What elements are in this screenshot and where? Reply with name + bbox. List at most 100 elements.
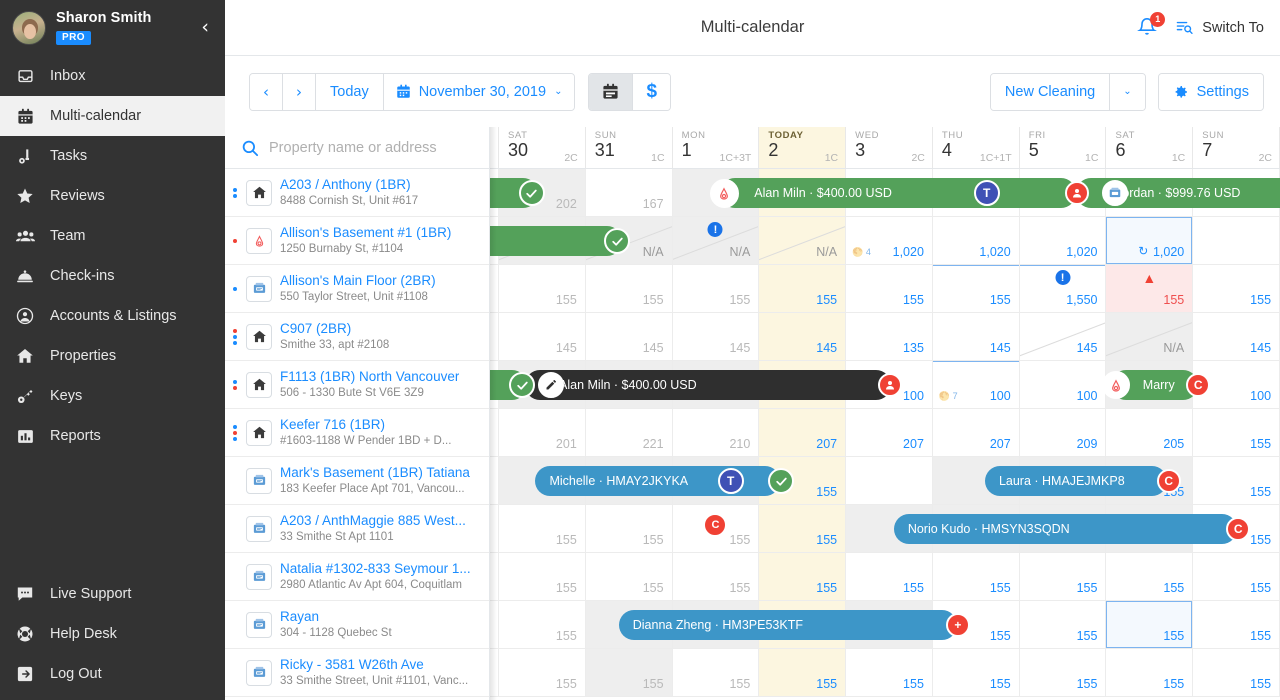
calendar-cell[interactable]: 1,020 [1020, 217, 1107, 264]
date-header-cell[interactable]: WED 3 2C [846, 127, 933, 168]
nightly-price[interactable]: 155 [556, 293, 577, 307]
nightly-price[interactable]: 155 [1250, 533, 1271, 547]
calendar-cell[interactable]: 155 [759, 265, 847, 312]
calendar-cell[interactable]: N/A [1106, 313, 1194, 360]
calendar-cell[interactable]: 155 [586, 553, 673, 600]
property-name[interactable]: Mark's Basement (1BR) Tatiana [280, 465, 470, 482]
calendar-cell[interactable]: 🌕 4 1,020 [846, 217, 933, 264]
property-name[interactable]: F1113 (1BR) North Vancouver [280, 369, 459, 386]
property-name[interactable]: Keefer 716 (1BR) [280, 417, 451, 434]
cancelled-badge-icon[interactable]: C [703, 513, 728, 537]
calendar-cell[interactable]: 155 [1193, 265, 1280, 312]
confirmed-check-icon[interactable] [768, 468, 794, 494]
team-badge-icon[interactable]: T [717, 468, 744, 494]
calendar-cell[interactable] [1193, 217, 1280, 264]
nightly-price[interactable]: 202 [556, 197, 577, 211]
nightly-price[interactable]: N/A [1163, 341, 1184, 355]
switch-to-button[interactable]: Switch To [1175, 19, 1264, 36]
nightly-price[interactable]: 155 [556, 677, 577, 691]
nightly-price[interactable]: 135 [903, 341, 924, 355]
nightly-price[interactable]: 155 [990, 581, 1011, 595]
nightly-price[interactable]: 100 [1077, 389, 1098, 403]
nightly-price[interactable]: 155 [1250, 581, 1271, 595]
property-row[interactable]: Rayan 304 - 1128 Quebec St [225, 601, 489, 649]
calendar-cell[interactable] [490, 505, 499, 552]
property-name[interactable]: Ricky - 3581 W26th Ave [280, 657, 468, 674]
date-header-cell[interactable]: THU 4 1C+1T [933, 127, 1020, 168]
property-name[interactable]: Rayan [280, 609, 392, 626]
nightly-price[interactable]: 210 [729, 437, 750, 451]
property-name[interactable]: Allison's Basement #1 (1BR) [280, 225, 451, 242]
sidebar-item-reports[interactable]: Reports [0, 416, 225, 456]
property-row[interactable]: A203 / Anthony (1BR) 8488 Cornish St, Uni… [225, 169, 489, 217]
sidebar-item-inbox[interactable]: Inbox [0, 56, 225, 96]
calendar-cell[interactable] [846, 457, 933, 504]
calendar-cell[interactable] [490, 601, 499, 648]
nightly-price[interactable]: 155 [729, 677, 750, 691]
calendar-cell[interactable]: 155 [759, 553, 847, 600]
nightly-price[interactable]: 201 [556, 437, 577, 451]
sidebar-item-tasks[interactable]: Tasks [0, 136, 225, 176]
nightly-price[interactable]: 155 [1163, 677, 1184, 691]
nightly-price[interactable]: 155 [643, 677, 664, 691]
sidebar-item-reviews[interactable]: Reviews [0, 176, 225, 216]
info-badge-icon[interactable]: ! [707, 222, 723, 237]
calendar-cell[interactable]: 155 [586, 265, 673, 312]
nightly-price[interactable]: 145 [1250, 341, 1271, 355]
team-badge-icon[interactable]: T [973, 180, 1000, 206]
nightly-price[interactable]: 205 [1163, 437, 1184, 451]
calendar-cell[interactable]: 155 [933, 553, 1020, 600]
nightly-price[interactable]: 145 [729, 341, 750, 355]
booking-bar[interactable]: Norio Kudo · HMSYN3SQDN [893, 514, 1237, 544]
sidebar-item-live-support[interactable]: Live Support [0, 574, 225, 614]
info-badge-icon[interactable]: ! [1055, 270, 1071, 285]
settings-button[interactable]: Settings [1158, 73, 1263, 110]
nightly-price[interactable]: 155 [729, 533, 750, 547]
calendar-cell[interactable]: 1,020 [933, 217, 1020, 264]
property-row[interactable]: Keefer 716 (1BR) #1603-1188 W Pender 1BD … [225, 409, 489, 457]
property-row[interactable]: C907 (2BR) Smithe 33, apt #2108 [225, 313, 489, 361]
calendar-cell[interactable]: 155 [499, 649, 586, 696]
calendar-cell[interactable] [490, 265, 499, 312]
calendar-cell[interactable]: 145 [759, 313, 847, 360]
calendar-cell[interactable]: 145 [586, 313, 673, 360]
calendar-cell[interactable]: 155 [499, 601, 586, 648]
date-header-cell[interactable]: SAT 30 2C [499, 127, 586, 168]
nightly-price[interactable]: 207 [903, 437, 924, 451]
calendar-view-button[interactable] [589, 73, 634, 110]
calendar-cell[interactable]: 155 [1020, 601, 1107, 648]
nightly-price[interactable]: 155 [556, 629, 577, 643]
calendar-cell[interactable]: 155 [933, 265, 1020, 312]
calendar-cell[interactable]: 155 [846, 265, 933, 312]
nightly-price[interactable]: 1,020 [1153, 245, 1184, 259]
nightly-price[interactable]: 155 [990, 293, 1011, 307]
nightly-price[interactable]: 155 [816, 293, 837, 307]
nightly-price[interactable]: 155 [903, 293, 924, 307]
booking-bar[interactable]: Laura · HMAJEJMKP8 [984, 466, 1168, 496]
calendar-cell[interactable]: 155 [1106, 553, 1194, 600]
calendar-cell[interactable]: 201 [499, 409, 586, 456]
calendar-cell[interactable]: 155 [1106, 601, 1194, 648]
today-button[interactable]: Today [316, 73, 384, 110]
user-profile[interactable]: Sharon Smith PRO ‹ [0, 0, 225, 56]
calendar-cell[interactable]: 167 [586, 169, 673, 216]
new-cleaning-dropdown-button[interactable]: ⌄ [1110, 73, 1145, 110]
calendar-cell[interactable]: 145 [673, 313, 760, 360]
nightly-price[interactable]: 155 [556, 581, 577, 595]
calendar-cell[interactable]: 155 [673, 649, 760, 696]
sidebar-item-help-desk[interactable]: Help Desk [0, 614, 225, 654]
calendar-cell[interactable]: ! N/A [672, 217, 760, 264]
nightly-price[interactable]: 155 [990, 629, 1011, 643]
edit-icon[interactable] [538, 372, 565, 398]
calendar-cell[interactable]: 155 [1106, 649, 1194, 696]
nightly-price[interactable]: 155 [729, 293, 750, 307]
booking-bar[interactable]: Alan Miln · $400.00 USD [720, 178, 1077, 208]
calendar-cell[interactable]: 155 [1193, 601, 1280, 648]
calendar-cell[interactable] [490, 409, 499, 456]
calendar-cell[interactable]: 207 [933, 409, 1020, 456]
sidebar-item-keys[interactable]: Keys [0, 376, 225, 416]
add-badge-icon[interactable]: + [945, 613, 970, 637]
nightly-price[interactable]: 155 [1163, 581, 1184, 595]
calendar-cell[interactable] [490, 553, 499, 600]
calendar-cell[interactable]: 145 [499, 313, 586, 360]
